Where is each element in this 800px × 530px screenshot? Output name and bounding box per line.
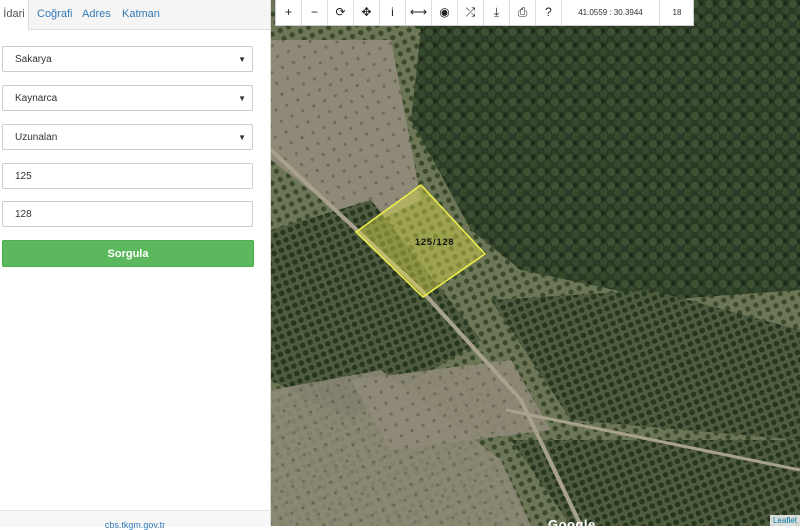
plus-icon[interactable]: + [276,0,302,25]
minus-icon[interactable]: − [302,0,328,25]
parsel-value: 128 [15,209,32,220]
tab-bar: İdari Coğrafi Adres Katman [0,0,270,30]
google-logo: Google [548,517,596,526]
tab-cografi[interactable]: Coğrafi [37,0,72,29]
ada-input[interactable]: 125 [2,163,253,189]
parcel-overlay[interactable] [271,0,800,526]
province-value: Sakarya [15,54,52,65]
chevron-down-icon: ▼ [238,94,246,103]
shuffle-icon[interactable]: ⤮ [458,0,484,25]
left-panel: İdari Coğrafi Adres Katman Sakarya ▼ Kay… [0,0,271,530]
tab-katman[interactable]: Katman [122,0,160,29]
coordinates-readout: 41.0559 : 30.3944 [562,0,660,25]
footer: cbs.tkgm.gov.tr [0,510,270,530]
neighborhood-select[interactable]: Uzunalan ▼ [2,124,253,150]
tab-adres[interactable]: Adres [82,0,111,29]
print-icon[interactable]: ⎙ [510,0,536,25]
map-toolbar: + − ⟳ ✥ i ⟷ ◉ ⤮ ⤓ ⎙? 41.0559 : 30.3944 18 [275,0,694,26]
district-value: Kaynarca [15,93,58,104]
download-icon[interactable]: ⤓ [484,0,510,25]
district-select[interactable]: Kaynarca ▼ [2,85,253,111]
chevron-down-icon: ▼ [238,55,246,64]
parsel-input[interactable]: 128 [2,201,253,227]
parcel-label: 125/128 [415,237,455,247]
chevron-down-icon: ▼ [238,133,246,142]
locate-icon[interactable]: ✥ [354,0,380,25]
ada-value: 125 [15,171,32,182]
neighborhood-value: Uzunalan [15,132,58,143]
footer-link[interactable]: cbs.tkgm.gov.tr [0,520,270,530]
zoom-level: 18 [672,8,682,17]
eye-icon[interactable]: ◉ [432,0,458,25]
help-icon[interactable]: ? [536,0,562,25]
refresh-icon[interactable]: ⟳ [328,0,354,25]
leaflet-attribution[interactable]: Leaflet [769,515,800,526]
province-select[interactable]: Sakarya ▼ [2,46,253,72]
query-button[interactable]: Sorgula [2,240,254,267]
measure-icon[interactable]: ⟷ [406,0,432,25]
tab-idari[interactable]: İdari [0,0,29,30]
map-view[interactable]: 125/128 Leaflet Google [271,0,800,526]
info-icon[interactable]: i [380,0,406,25]
